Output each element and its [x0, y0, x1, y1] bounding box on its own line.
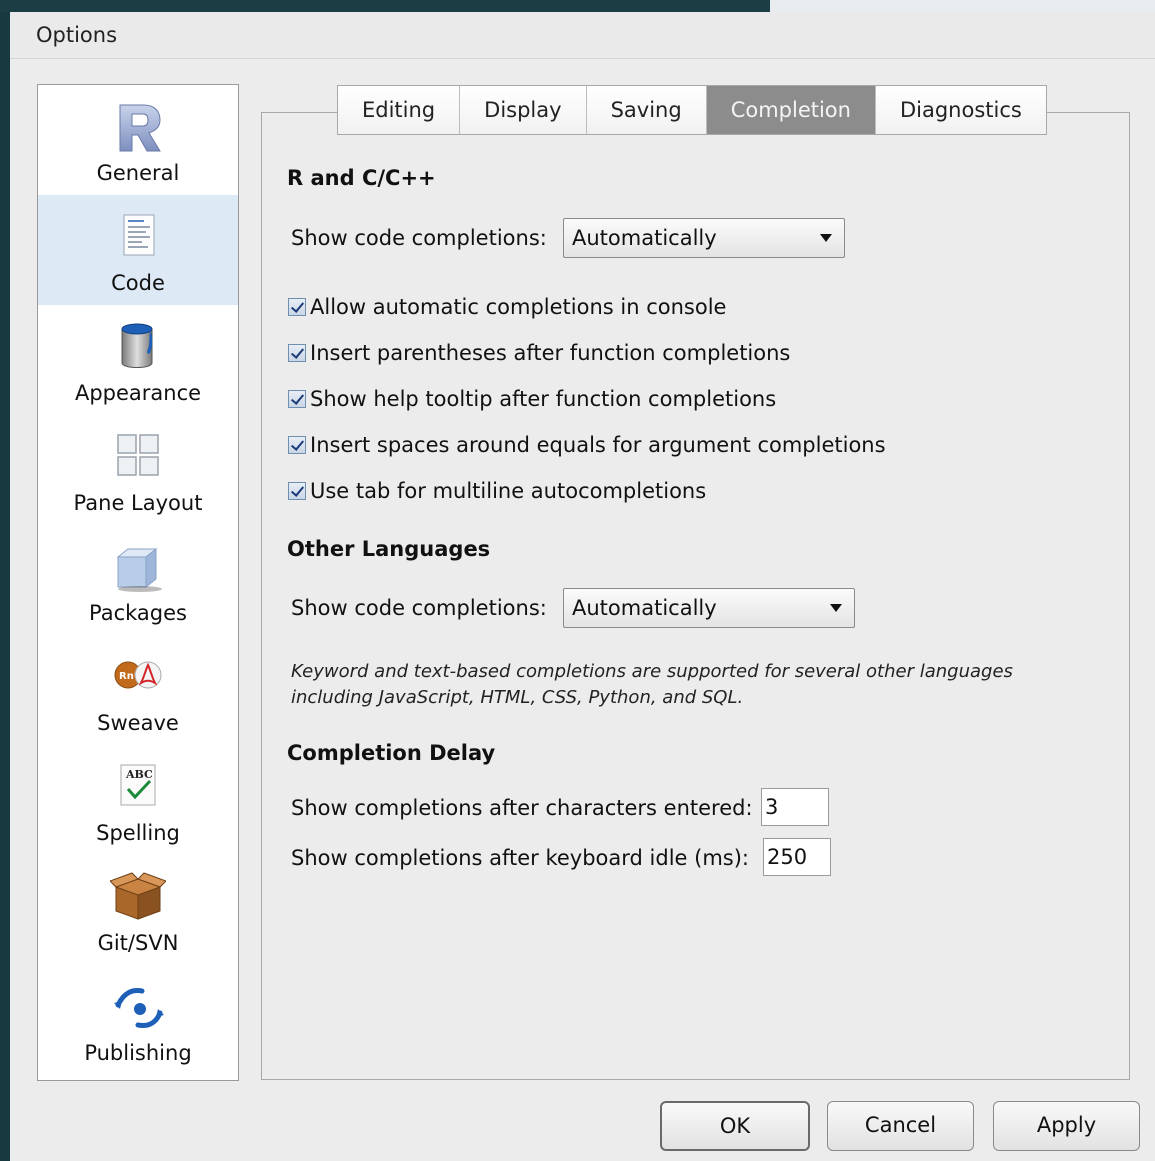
sidebar-item-packages[interactable]: Packages	[38, 525, 238, 635]
tab-completion[interactable]: Completion	[706, 86, 876, 134]
sweave-pdf-icon: Rnw	[114, 661, 162, 689]
r-completions-select[interactable]: Automatically	[563, 218, 845, 258]
paint-bucket-icon	[121, 323, 153, 368]
checkbox-label: Insert parentheses after function comple…	[310, 341, 791, 365]
sidebar-item-label: Spelling	[96, 821, 180, 845]
sidebar-item-label: Pane Layout	[73, 491, 203, 515]
sidebar-item-label: Sweave	[97, 711, 179, 735]
other-languages-note: Keyword and text-based completions are s…	[291, 659, 1091, 711]
check-mark-icon	[290, 437, 305, 451]
pane-grid-icon	[117, 434, 159, 476]
chevron-down-icon	[820, 234, 832, 242]
tab-bar: Editing Display Saving Completion Diagno…	[337, 85, 1047, 135]
git-box-icon	[110, 872, 166, 920]
options-dialog: Options General Code Appearance Pane Lay…	[10, 12, 1155, 1161]
sidebar-item-pane-layout[interactable]: Pane Layout	[38, 415, 238, 525]
window-title: Options	[36, 23, 118, 47]
checkbox-row-parentheses[interactable]: Insert parentheses after function comple…	[288, 338, 790, 368]
tab-saving[interactable]: Saving	[586, 86, 707, 134]
checkbox[interactable]	[288, 436, 306, 454]
tab-display[interactable]: Display	[460, 86, 587, 134]
sidebar-item-label: Code	[111, 271, 165, 295]
background-window-strip	[0, 0, 1155, 12]
section-title-r: R and C/C++	[287, 166, 436, 190]
sidebar-item-label: Appearance	[74, 381, 202, 405]
chevron-down-icon	[830, 604, 842, 612]
chars-entered-label: Show completions after characters entere…	[291, 796, 753, 820]
checkbox-row-tab-multiline[interactable]: Use tab for multiline autocompletions	[288, 476, 706, 506]
checkbox-row-help-tooltip[interactable]: Show help tooltip after function complet…	[288, 384, 776, 414]
check-mark-icon	[290, 299, 305, 313]
tab-diagnostics[interactable]: Diagnostics	[875, 86, 1046, 134]
sidebar-item-publishing[interactable]: Publishing	[38, 965, 238, 1075]
checkbox-row-spaces-equals[interactable]: Insert spaces around equals for argument…	[288, 430, 886, 460]
other-completions-select[interactable]: Automatically	[563, 588, 855, 628]
note-line: Keyword and text-based completions are s…	[291, 661, 1013, 682]
sidebar: General Code Appearance Pane Layout Pack…	[37, 84, 239, 1081]
checkbox[interactable]	[288, 482, 306, 500]
check-mark-icon	[290, 345, 305, 359]
section-title-completion-delay: Completion Delay	[287, 741, 496, 765]
package-box-icon	[116, 547, 162, 592]
note-line: including JavaScript, HTML, CSS, Python,…	[291, 687, 744, 708]
apply-button[interactable]: Apply	[993, 1101, 1140, 1151]
checkbox-label: Insert spaces around equals for argument…	[310, 433, 886, 457]
chars-entered-input[interactable]: 3	[761, 788, 829, 826]
sidebar-item-appearance[interactable]: Appearance	[38, 305, 238, 415]
checkbox[interactable]	[288, 344, 306, 362]
section-title-other-languages: Other Languages	[287, 537, 491, 561]
sidebar-item-spelling[interactable]: ABC Spelling	[38, 745, 238, 855]
sidebar-item-label: Publishing	[84, 1041, 192, 1065]
spelling-abc-icon: ABC	[120, 764, 156, 806]
show-completions-label: Show code completions:	[291, 596, 547, 620]
code-document-icon	[123, 214, 155, 256]
keyboard-idle-label: Show completions after keyboard idle (ms…	[291, 846, 750, 870]
show-completions-label: Show code completions:	[291, 226, 547, 250]
sidebar-item-git-svn[interactable]: Git/SVN	[38, 855, 238, 965]
sidebar-item-label: Git/SVN	[97, 931, 179, 955]
svg-text:ABC: ABC	[125, 768, 153, 781]
check-mark-icon	[290, 391, 305, 405]
select-value: Automatically	[572, 596, 717, 620]
sidebar-item-general[interactable]: General	[38, 85, 238, 195]
checkbox-label: Allow automatic completions in console	[310, 295, 727, 319]
title-bar: Options	[10, 12, 1155, 59]
select-value: Automatically	[572, 226, 717, 250]
checkbox[interactable]	[288, 390, 306, 408]
r-logo-icon	[119, 104, 161, 152]
checkbox-label: Use tab for multiline autocompletions	[310, 479, 707, 503]
keyboard-idle-input[interactable]: 250	[763, 838, 831, 876]
checkbox-row-console[interactable]: Allow automatic completions in console	[288, 292, 726, 322]
checkbox[interactable]	[288, 298, 306, 316]
sidebar-item-label: Packages	[89, 601, 187, 625]
sidebar-item-code[interactable]: Code	[38, 195, 238, 305]
check-mark-icon	[290, 483, 305, 497]
ok-button[interactable]: OK	[660, 1101, 810, 1151]
background-window-light	[770, 0, 1155, 12]
publishing-icon	[114, 988, 164, 1028]
tab-editing[interactable]: Editing	[338, 86, 461, 134]
checkbox-label: Show help tooltip after function complet…	[310, 387, 777, 411]
cancel-button[interactable]: Cancel	[827, 1101, 974, 1151]
sidebar-item-label: General	[96, 161, 180, 185]
sidebar-item-sweave[interactable]: Rnw Sweave	[38, 635, 238, 745]
